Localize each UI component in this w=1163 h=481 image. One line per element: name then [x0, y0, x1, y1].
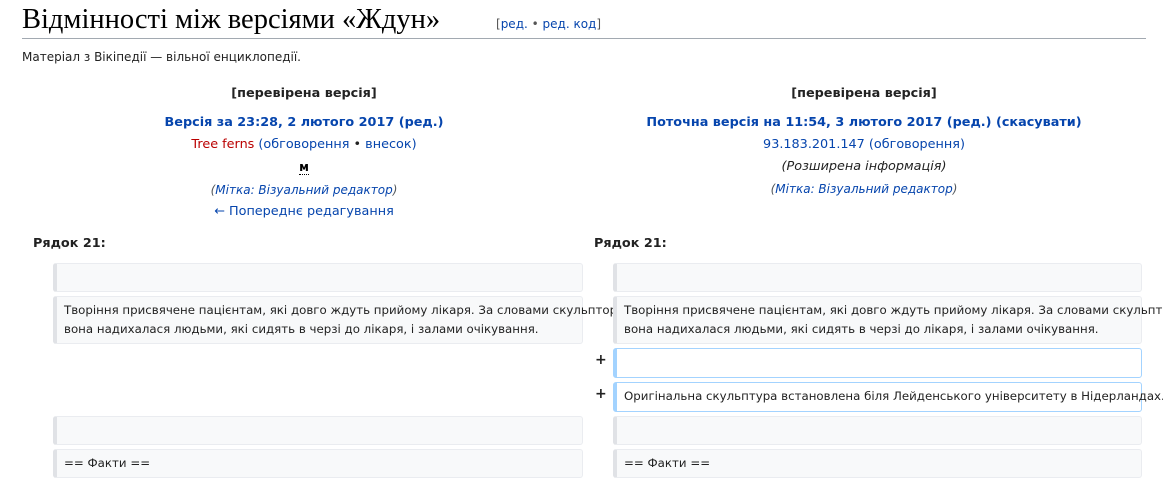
left-context-empty-2: [53, 416, 583, 445]
left-line-number: Рядок 21:: [33, 236, 106, 251]
right-user-link[interactable]: 93.183.201.147: [763, 137, 865, 152]
added-line-content: Оригінальна скульптура встановлена біля …: [624, 389, 1163, 403]
left-tag-close: ): [392, 183, 398, 197]
left-contribs-link[interactable]: внесок: [365, 137, 411, 152]
heading-row: Відмінності між версіями «Ждун» [ред. • …: [22, 2, 1146, 39]
left-user-link[interactable]: Tree ferns: [191, 137, 254, 152]
edit-link[interactable]: ред.: [501, 17, 528, 31]
left-paragraph-line-1: Творіння присвячене пацієнтам, які довго…: [64, 303, 629, 317]
right-talk-link[interactable]: (обговорення): [869, 137, 965, 152]
added-line-blank: [613, 348, 1142, 378]
site-subtitle: Матеріал з Вікіпедії — вільної енциклопе…: [22, 50, 301, 64]
right-extended-line: (Розширена інформація): [604, 156, 1124, 178]
right-version-link[interactable]: Поточна версія на 11:54, 3 лютого 2017: [646, 115, 942, 130]
left-title: [перевірена версія] Версія за 23:28, 2 л…: [44, 83, 564, 223]
right-tag-close: ): [952, 182, 958, 196]
left-tools-sep: •: [349, 137, 366, 152]
right-tag-link[interactable]: Мітка: Візуальний редактор: [775, 182, 952, 196]
right-version-edit-link[interactable]: (ред.): [947, 115, 992, 130]
undo-link[interactable]: (скасувати): [996, 115, 1082, 130]
extended-info-link[interactable]: (Розширена інформація): [782, 159, 947, 174]
left-version-edit-link[interactable]: (ред.): [399, 115, 444, 130]
left-version-link[interactable]: Версія за 23:28, 2 лютого 2017: [165, 115, 395, 130]
left-context-paragraph: Творіння присвячене пацієнтам, які довго…: [53, 296, 629, 344]
minor-edit-mark: м: [299, 160, 309, 175]
edit-links-close: ]: [596, 17, 602, 31]
right-paragraph-line-1: Творіння присвячене пацієнтам, які довго…: [624, 303, 1163, 317]
edit-section-links: [ред. • ред. код]: [496, 17, 601, 31]
right-context-empty-1: [613, 263, 1142, 292]
left-facts-text: == Факти ==: [64, 456, 151, 470]
edit-links-sep: •: [527, 17, 543, 31]
left-context-facts: == Факти ==: [53, 449, 583, 478]
right-context-facts: == Факти ==: [613, 449, 1142, 478]
left-user-line: Tree ferns (обговорення • внесок): [44, 134, 564, 156]
left-version-line: Версія за 23:28, 2 лютого 2017 (ред.): [44, 112, 564, 134]
added-marker-2: +: [595, 386, 607, 402]
left-status: [перевірена версія]: [231, 86, 377, 101]
left-talk-link[interactable]: обговорення: [263, 137, 349, 152]
right-version-line: Поточна версія на 11:54, 3 лютого 2017 (…: [604, 112, 1124, 134]
right-facts-text: == Факти ==: [624, 456, 711, 470]
right-line-number: Рядок 21:: [594, 236, 667, 251]
left-context-empty-1: [53, 263, 583, 292]
right-user-line: 93.183.201.147 (обговорення): [604, 134, 1124, 156]
left-tag-link[interactable]: Мітка: Візуальний редактор: [215, 183, 392, 197]
previous-edit-link[interactable]: ← Попереднє редагування: [214, 204, 394, 219]
left-tag-line: (Мітка: Візуальний редактор): [44, 179, 564, 201]
right-context-paragraph: Творіння присвячене пацієнтам, які довго…: [613, 296, 1163, 344]
added-marker-1: +: [595, 352, 607, 368]
right-paragraph-line-2: вона надихалася людьми, які сидять в чер…: [624, 322, 1099, 336]
edit-source-link[interactable]: ред. код: [543, 17, 597, 31]
left-minor-line: м: [44, 156, 564, 179]
right-context-empty-2: [613, 416, 1142, 445]
right-title: [перевірена версія] Поточна версія на 11…: [604, 83, 1124, 200]
added-line-text: Оригінальна скульптура встановлена біля …: [613, 382, 1163, 412]
right-status: [перевірена версія]: [791, 86, 937, 101]
page-title: Відмінності між версіями «Ждун»: [22, 4, 441, 35]
left-tools-close: ): [411, 137, 417, 152]
right-tag-line: (Мітка: Візуальний редактор): [604, 178, 1124, 200]
left-prev-line: ← Попереднє редагування: [44, 201, 564, 223]
left-paragraph-line-2: вона надихалася людьми, які сидять в чер…: [64, 322, 539, 336]
